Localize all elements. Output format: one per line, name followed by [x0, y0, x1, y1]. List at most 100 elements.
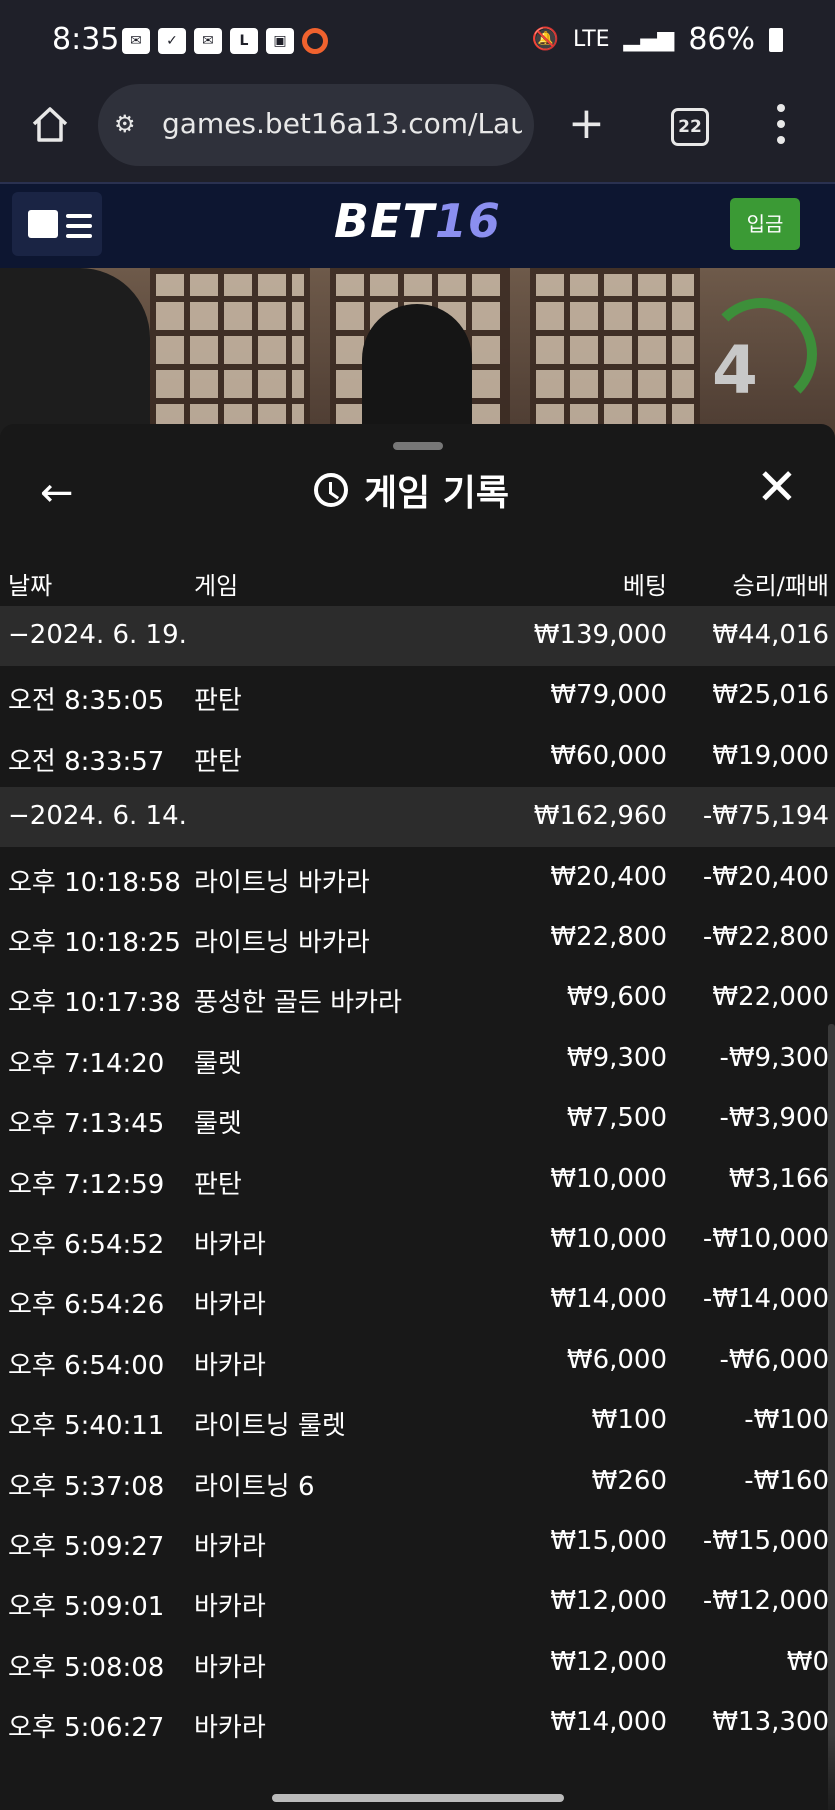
row-date: −2024. 6. 19. [8, 620, 187, 650]
table-row: 오전 8:33:57 판탄 ₩60,000 ₩19,000 [0, 727, 835, 787]
signal-icon: ▂▄▆ [623, 27, 675, 52]
row-game: 바카라 [194, 1592, 266, 1623]
row-result: -₩14,000 [702, 1284, 829, 1315]
notification-icons: ✉ ✓ ✉ L ▣ [122, 28, 328, 54]
row-result: -₩22,800 [702, 922, 829, 952]
row-bet: ₩100 [591, 1405, 667, 1436]
live-video: 4 [0, 268, 835, 438]
table-row: 오후 6:54:52 바카라 ₩10,000 -₩10,000 [0, 1210, 835, 1270]
home-icon[interactable] [30, 104, 70, 144]
row-bet: ₩15,000 [550, 1526, 667, 1556]
table-row: 오후 7:14:20 룰렛 ₩9,300 -₩9,300 [0, 1029, 835, 1089]
row-game: 라이트닝 바카라 [194, 867, 370, 898]
row-bet: ₩162,960 [533, 801, 667, 832]
row-bet: ₩14,000 [550, 1284, 667, 1315]
site-settings-icon[interactable]: ⚙ [114, 110, 136, 138]
lattice-window [530, 268, 700, 438]
row-game: 판탄 [194, 746, 242, 777]
sheet-title: 게임 기록 [314, 464, 509, 516]
record-icon [302, 28, 328, 54]
back-arrow-icon[interactable]: ← [40, 470, 74, 516]
table-row: 오후 10:18:58 라이트닝 바카라 ₩20,400 -₩20,400 [0, 848, 835, 908]
battery-percent: 86% [688, 22, 755, 57]
sheet-title-text: 게임 기록 [364, 473, 510, 514]
row-bet: ₩12,000 [550, 1646, 667, 1677]
site-logo[interactable]: BET16 [334, 194, 501, 248]
address-bar[interactable]: ⚙ games.bet16a13.com/Laur [98, 84, 534, 166]
row-result: ₩19,000 [712, 740, 829, 771]
date-group-row[interactable]: −2024. 6. 19. ₩139,000 ₩44,016 [0, 606, 835, 666]
date-group-row[interactable]: −2024. 6. 14. ₩162,960 -₩75,194 [0, 787, 835, 848]
row-game: 바카라 [194, 1290, 266, 1321]
row-date: 오후 5:37:08 [8, 1471, 165, 1502]
row-bet: ₩22,800 [550, 922, 667, 952]
hamburger-icon [66, 214, 92, 244]
deposit-button[interactable]: 입금 [730, 198, 800, 250]
row-date: 오후 10:17:38 [8, 988, 181, 1019]
row-bet: ₩10,000 [550, 1163, 667, 1194]
scrollbar[interactable] [828, 1024, 835, 1810]
column-header-result: 승리/패배 [732, 572, 829, 600]
tab-switcher-button[interactable]: 22 [671, 108, 709, 146]
status-time: 8:35 [52, 22, 120, 57]
table-row: 오후 5:37:08 라이트닝 6 ₩260 -₩160 [0, 1452, 835, 1512]
column-header-bet: 베팅 [622, 572, 667, 600]
row-result: ₩13,300 [712, 1707, 829, 1738]
row-game: 라이트닝 6 [194, 1471, 315, 1502]
system-icons: 🔕 LTE ▂▄▆ 86% [532, 22, 783, 57]
row-date: 오후 10:18:25 [8, 928, 181, 958]
video-person [0, 268, 150, 438]
row-result: ₩25,016 [712, 680, 829, 711]
row-game: 라이트닝 바카라 [194, 928, 370, 958]
row-bet: ₩7,500 [566, 1103, 667, 1134]
gift-icon [28, 210, 58, 238]
mail-icon: ✉ [194, 28, 222, 54]
browser-toolbar: ⚙ games.bet16a13.com/Laur + 22 [0, 84, 835, 182]
row-result: -₩12,000 [702, 1586, 829, 1617]
table-row: 오전 8:35:05 판탄 ₩79,000 ₩25,016 [0, 666, 835, 726]
row-bet: ₩10,000 [550, 1224, 667, 1254]
table-row: 오후 5:40:11 라이트닝 룰렛 ₩100 -₩100 [0, 1391, 835, 1451]
row-date: 오후 6:54:52 [8, 1230, 165, 1260]
row-result: -₩160 [744, 1465, 829, 1496]
table-row: 오후 5:09:01 바카라 ₩12,000 -₩12,000 [0, 1572, 835, 1632]
close-icon[interactable]: ✕ [756, 462, 798, 512]
row-date: 오후 6:54:00 [8, 1350, 165, 1381]
row-game: 판탄 [194, 686, 242, 717]
row-date: 오전 8:33:57 [8, 746, 165, 777]
row-bet: ₩260 [591, 1465, 667, 1496]
table-row: 오후 10:18:25 라이트닝 바카라 ₩22,800 -₩22,800 [0, 908, 835, 968]
row-result: -₩20,400 [702, 861, 829, 892]
drag-handle[interactable] [393, 442, 443, 450]
lte-icon: LTE [572, 27, 610, 52]
site-header: BET16 입금 [0, 182, 835, 270]
row-date: 오후 7:12:59 [8, 1169, 165, 1200]
column-header-game: 게임 [194, 572, 239, 600]
check-icon: ✓ [158, 28, 186, 54]
menu-button[interactable] [12, 192, 102, 256]
row-game: 판탄 [194, 1169, 242, 1200]
row-date: −2024. 6. 14. [8, 801, 187, 832]
row-game: 바카라 [194, 1532, 266, 1562]
game-history-sheet: ← 게임 기록 ✕ 날짜 게임 베팅 승리/패배 −2024. 6. 19. ₩1… [0, 424, 835, 1810]
row-bet: ₩9,300 [566, 1042, 667, 1073]
row-result: -₩75,194 [702, 801, 829, 832]
row-date: 오후 10:18:58 [8, 867, 181, 898]
row-game: 룰렛 [194, 1048, 242, 1079]
url-text[interactable]: games.bet16a13.com/Laur [162, 107, 522, 140]
mail-icon: ✉ [122, 28, 150, 54]
row-game: 룰렛 [194, 1109, 242, 1140]
row-date: 오전 8:35:05 [8, 686, 165, 717]
new-tab-icon[interactable]: + [568, 98, 605, 149]
row-result: ₩3,166 [728, 1163, 829, 1194]
status-bar: 8:35 ✉ ✓ ✉ L ▣ 🔕 LTE ▂▄▆ 86% [0, 0, 835, 84]
table-row: 오후 5:08:08 바카라 ₩12,000 ₩0 [0, 1633, 835, 1693]
more-menu-icon[interactable] [776, 104, 786, 144]
table-row: 오후 6:54:26 바카라 ₩14,000 -₩14,000 [0, 1270, 835, 1330]
row-date: 오후 7:14:20 [8, 1048, 165, 1079]
table-row: 오후 5:09:27 바카라 ₩15,000 -₩15,000 [0, 1512, 835, 1572]
table-row: 오후 7:13:45 룰렛 ₩7,500 -₩3,900 [0, 1089, 835, 1149]
row-result: -₩3,900 [719, 1103, 829, 1134]
row-bet: ₩14,000 [550, 1707, 667, 1738]
gesture-nav-bar[interactable] [272, 1794, 564, 1802]
